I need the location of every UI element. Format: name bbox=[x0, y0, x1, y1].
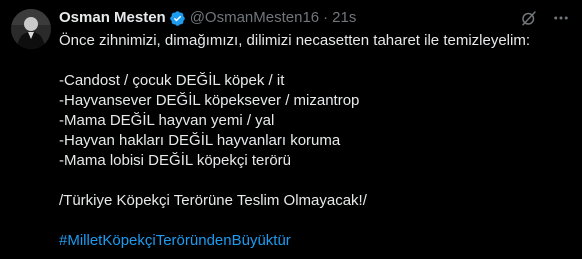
avatar[interactable] bbox=[11, 9, 51, 49]
tweet-line-intro: Önce zihnimizi, dimağımızı, dilimizi nec… bbox=[59, 32, 530, 49]
tweet-line-3: -Mama DEĞİL hayvan yemi / yal bbox=[59, 112, 275, 129]
grok-icon[interactable] bbox=[520, 9, 538, 27]
tweet-line-5: -Mama lobisi DEĞİL köpekçi terörü bbox=[59, 152, 292, 169]
verified-badge-icon bbox=[169, 10, 186, 27]
display-name[interactable]: Osman Mesten bbox=[59, 8, 166, 28]
more-options-icon[interactable] bbox=[552, 9, 570, 27]
hashtag-link[interactable]: #MilletKöpekçiTeröründenBüyüktür bbox=[59, 232, 291, 249]
timestamp[interactable]: 21s bbox=[332, 8, 356, 28]
tweet-line-2: -Hayvansever DEĞİL köpeksever / mizantro… bbox=[59, 92, 360, 109]
tweet-header: Osman Mesten @OsmanMesten16 · 21s bbox=[59, 8, 356, 28]
avatar-image bbox=[11, 9, 51, 49]
tweet-text: Önce zihnimizi, dimağımızı, dilimizi nec… bbox=[59, 31, 574, 251]
user-handle[interactable]: @OsmanMesten16 bbox=[190, 8, 319, 28]
tweet-actions bbox=[520, 9, 570, 27]
tweet-line-slogan: /Türkiye Köpekçi Terörüne Teslim Olmayac… bbox=[59, 192, 367, 209]
separator-dot: · bbox=[323, 9, 329, 26]
tweet-line-4: -Hayvan hakları DEĞİL hayvanları koruma bbox=[59, 132, 341, 149]
tweet-line-1: -Candost / çocuk DEĞİL köpek / it bbox=[59, 72, 285, 89]
tweet-card[interactable]: Osman Mesten @OsmanMesten16 · 21s Önce z… bbox=[0, 0, 582, 259]
